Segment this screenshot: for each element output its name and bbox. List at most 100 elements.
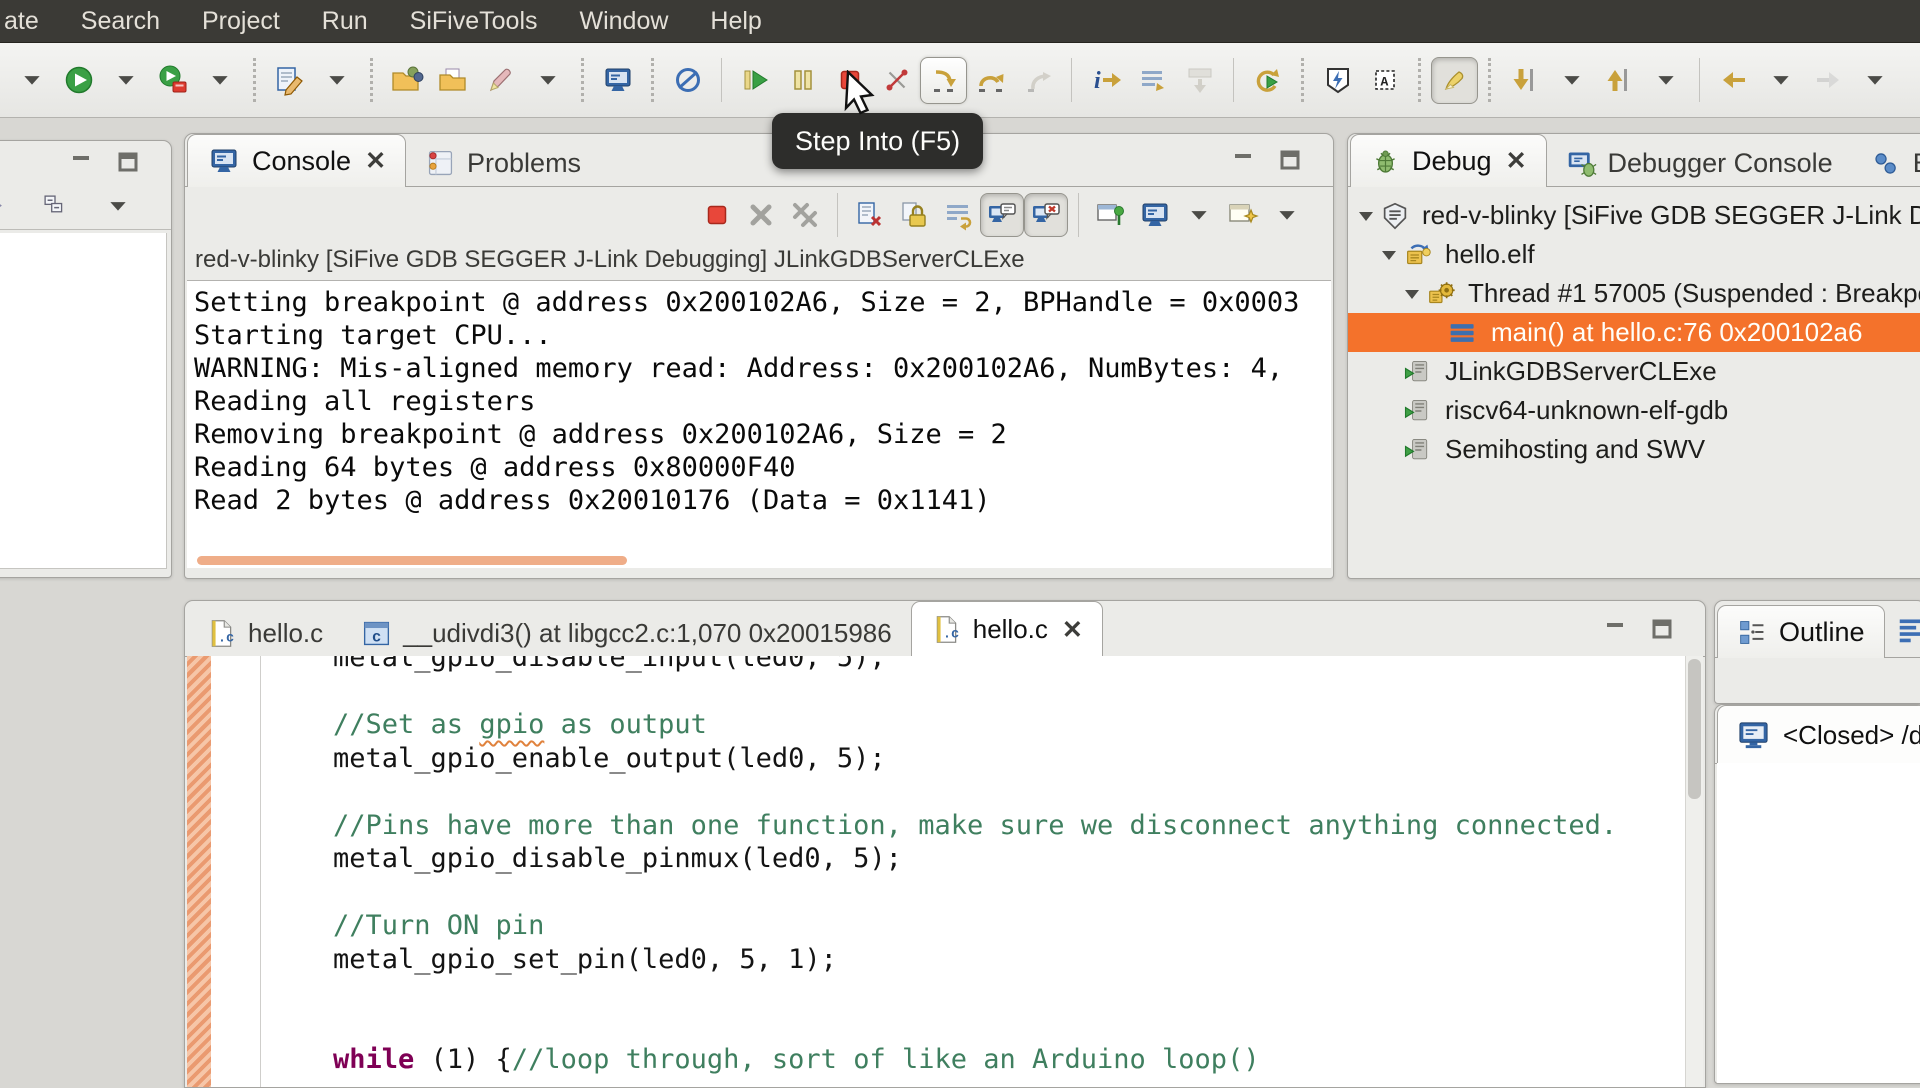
maximize-icon[interactable] (1647, 614, 1677, 644)
focus-view-icon[interactable] (0, 183, 15, 230)
menu-item-ate[interactable]: ate (0, 0, 60, 42)
editor-vertical-scrollbar[interactable] (1685, 656, 1703, 1087)
menu-item-help[interactable]: Help (689, 0, 782, 42)
dropdown-arrow-icon[interactable] (1548, 57, 1595, 104)
tab-bre[interactable]: Bre (1852, 140, 1920, 186)
tab-problems[interactable]: Problems (406, 140, 600, 186)
expand-arrow-icon[interactable] (1354, 204, 1379, 228)
debug-tree-row[interactable]: riscv64-unknown-elf-gdb (1348, 391, 1920, 430)
remove-launch-icon[interactable] (739, 193, 783, 237)
dropdown-arrow-icon[interactable] (102, 57, 149, 104)
instruction-stepping-icon[interactable]: i (1082, 57, 1129, 104)
suspend-icon[interactable] (779, 57, 826, 104)
expand-arrow-icon[interactable] (1377, 243, 1402, 267)
maximize-icon[interactable] (113, 147, 143, 177)
console-icon (207, 144, 241, 178)
sort-lines-icon[interactable] (1897, 609, 1920, 649)
code-editor[interactable]: metal_gpio_disable_input(led0, 5); //Set… (187, 656, 1703, 1087)
debug-tree-row[interactable]: red-v-blinky [SiFive GDB SEGGER J-Link D… (1348, 196, 1920, 235)
forward-nav-icon[interactable] (1804, 57, 1851, 104)
remove-all-icon[interactable] (783, 193, 827, 237)
move-to-line-icon[interactable] (1129, 57, 1176, 104)
restart-icon[interactable] (1244, 57, 1291, 104)
tab-outline[interactable]: Outline (1717, 605, 1885, 658)
debug-tree-row[interactable]: hello.elf (1348, 235, 1920, 274)
dropdown-arrow-icon[interactable] (8, 57, 55, 104)
dropdown-arrow-icon[interactable] (1757, 57, 1804, 104)
display-console-icon[interactable] (1133, 193, 1177, 237)
debug-tree-row[interactable]: Thread #1 57005 (Suspended : Breakpo (1348, 274, 1920, 313)
console-output[interactable]: Setting breakpoint @ address 0x200102A6,… (187, 280, 1331, 568)
tab--udivdi3-at-libgcc2-c-1-070-0x20015986[interactable]: c __udivdi3() at libgcc2.c:1,070 0x200159… (342, 610, 911, 656)
menu-item-sifivetools[interactable]: SiFiveTools (389, 0, 559, 42)
memory-icon[interactable]: A (1361, 57, 1408, 104)
tab-hello-c[interactable]: .c hello.c ✕ (910, 601, 1103, 657)
dropdown-arrow-icon[interactable] (524, 57, 571, 104)
stderr-change-icon[interactable] (1024, 193, 1068, 237)
tab-hello-c[interactable]: .c hello.c (187, 610, 342, 656)
editor-gutter[interactable] (211, 656, 261, 1087)
scroll-lock-icon[interactable] (892, 193, 936, 237)
resume-icon[interactable] (732, 57, 779, 104)
dropdown-arrow-icon[interactable] (313, 57, 360, 104)
back-nav-icon[interactable] (1710, 57, 1757, 104)
trace-highlight-icon[interactable] (1431, 56, 1478, 104)
paint-brush-icon[interactable] (477, 57, 524, 104)
tab--closed-de[interactable]: <Closed> /de (1717, 705, 1920, 764)
stdout-change-icon[interactable] (980, 193, 1024, 237)
drop-to-frame-icon[interactable] (1176, 57, 1223, 104)
clear-console-icon[interactable] (848, 193, 892, 237)
debug-tree-row[interactable]: main() at hello.c:76 0x200102a6 (1348, 313, 1920, 352)
console-line: Setting breakpoint @ address 0x200102A6,… (194, 287, 1300, 318)
dropdown-arrow-icon[interactable] (1265, 193, 1309, 237)
console-horizontal-scrollbar[interactable] (197, 556, 627, 565)
dropdown-arrow-icon[interactable] (196, 57, 243, 104)
dropdown-arrow-icon[interactable] (1642, 57, 1689, 104)
dropdown-arrow-icon[interactable] (1177, 193, 1221, 237)
dropdown-arrow-icon[interactable] (1851, 57, 1898, 104)
minimize-icon[interactable] (66, 147, 96, 177)
open-folder-icon[interactable] (430, 57, 477, 104)
step-into-icon[interactable] (920, 56, 967, 104)
debug-tree-row[interactable]: JLinkGDBServerCLExe (1348, 352, 1920, 391)
run-icon[interactable] (55, 57, 102, 104)
step-return-icon[interactable] (1014, 57, 1061, 104)
console-line: Read 2 bytes @ address 0x20010176 (Data … (194, 485, 991, 516)
breakpoints-icon (1871, 148, 1902, 179)
close-icon[interactable]: ✕ (365, 146, 386, 176)
scrollbar-thumb[interactable] (1688, 659, 1701, 799)
editor-annotation-ruler[interactable] (187, 656, 212, 1087)
tab-debugger-console[interactable]: Debugger Console (1547, 140, 1852, 186)
dropdown-arrow-icon[interactable] (94, 183, 141, 230)
minimize-icon[interactable] (1228, 145, 1258, 175)
previous-annotation-icon[interactable] (1595, 57, 1642, 104)
word-wrap-icon[interactable] (936, 193, 980, 237)
tab-console[interactable]: Console ✕ (187, 134, 407, 187)
open-new-console-icon[interactable] (1221, 193, 1265, 237)
close-icon[interactable]: ✕ (1062, 615, 1083, 645)
left-view-content[interactable] (0, 233, 167, 569)
flash-download-icon[interactable] (1314, 57, 1361, 104)
expand-arrow-icon[interactable] (1400, 282, 1425, 306)
menu-item-window[interactable]: Window (559, 0, 690, 42)
tab-debug[interactable]: Debug ✕ (1350, 134, 1547, 187)
menu-item-project[interactable]: Project (181, 0, 301, 42)
new-wizard-icon[interactable] (266, 57, 313, 104)
maximize-icon[interactable] (1275, 145, 1305, 175)
minimize-icon[interactable] (1600, 614, 1630, 644)
open-project-icon[interactable] (383, 57, 430, 104)
skip-breakpoints-icon[interactable] (664, 57, 711, 104)
step-over-icon[interactable] (967, 57, 1014, 104)
debug-tree-row[interactable]: Semihosting and SWV (1348, 430, 1920, 469)
terminate-icon[interactable] (695, 193, 739, 237)
next-annotation-icon[interactable] (1501, 57, 1548, 104)
collapse-boxes-icon[interactable] (31, 183, 78, 230)
menu-item-run[interactable]: Run (301, 0, 389, 42)
close-icon[interactable]: ✕ (1506, 146, 1527, 176)
pin-console-icon[interactable] (1089, 193, 1133, 237)
console-icon[interactable] (594, 57, 641, 104)
toolbar-separator (1418, 58, 1421, 102)
menu-item-search[interactable]: Search (60, 0, 181, 42)
terminal-content[interactable] (1717, 763, 1920, 1083)
debug-run-icon[interactable] (149, 57, 196, 104)
